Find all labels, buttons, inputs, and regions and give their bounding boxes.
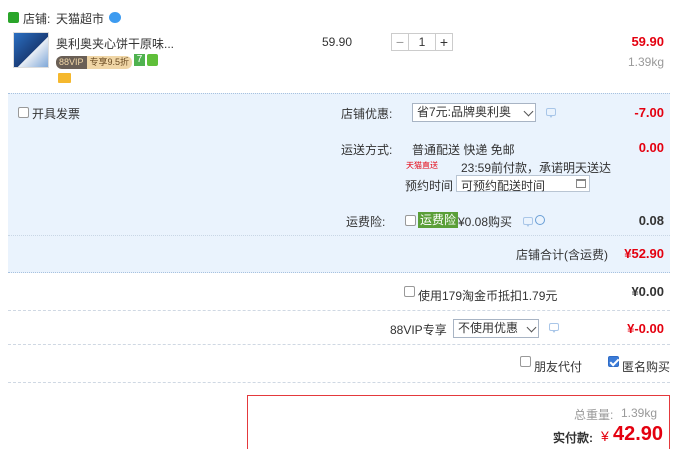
coins-checkbox[interactable] xyxy=(404,286,415,297)
item-weight: 1.39kg xyxy=(627,55,664,69)
decrease-quantity-button[interactable]: − xyxy=(392,34,409,50)
credit-card-icon xyxy=(58,73,71,83)
order-details-panel: 开具发票 店铺优惠: 省7元:品牌奥利奥 -7.00 运送方式: 普通配送 快递… xyxy=(8,93,670,273)
appointment-label: 预约时间 xyxy=(405,179,454,193)
delivery-promise: 23:59前付款，承诺明天送达 xyxy=(461,161,612,175)
product-row: 奥利奥夹心饼干原味... 88VIP 专享9.5折 7 59.90 − 1 + 5… xyxy=(8,28,670,90)
vip88-info-icon[interactable] xyxy=(549,323,559,333)
shop-discount-value: 省7元:品牌奥利奥 xyxy=(417,105,512,119)
shop-discount-amount: -7.00 xyxy=(634,105,664,120)
shipping-method: 普通配送 快递 免邮 xyxy=(412,143,515,157)
guarantee-icon xyxy=(147,54,158,66)
vip88-label: 88VIP专享 xyxy=(390,323,447,337)
vip-discount-label: 专享9.5折 xyxy=(86,56,133,69)
insurance-chat-icon[interactable] xyxy=(523,217,533,227)
invoice-checkbox[interactable] xyxy=(18,107,29,118)
invoice-label: 开具发票 xyxy=(32,107,81,121)
unit-price: 59.90 xyxy=(322,35,353,49)
divider xyxy=(8,344,670,345)
tmall-direct-badge: 天猫直送 xyxy=(406,161,438,170)
pay-currency: ¥ xyxy=(601,428,609,444)
question-icon[interactable] xyxy=(535,215,545,225)
calendar-icon[interactable] xyxy=(576,179,586,188)
vip88-select-value: 不使用优惠 xyxy=(458,321,519,335)
friend-pay-label: 朋友代付 xyxy=(534,360,583,374)
divider xyxy=(8,310,670,311)
total-weight-label: 总重量: xyxy=(574,408,614,422)
chevron-down-icon xyxy=(526,322,537,333)
shop-label: 店铺: xyxy=(23,12,51,26)
appointment-time-placeholder: 可预约配送时间 xyxy=(461,179,546,193)
vip88-select[interactable]: 不使用优惠 xyxy=(453,319,539,338)
product-title-link[interactable]: 奥利奥夹心饼干原味... xyxy=(56,35,174,52)
anonymous-checkbox[interactable] xyxy=(608,356,619,367)
payment-summary: 总重量: 1.39kg 实付款: ¥ 42.90 xyxy=(247,395,670,449)
chevron-down-icon xyxy=(523,106,534,117)
item-total: 59.90 xyxy=(631,34,664,49)
total-weight-value: 1.39kg xyxy=(621,406,658,420)
insurance-price-text: ¥0.08购买 xyxy=(458,215,513,229)
discount-info-icon[interactable] xyxy=(546,108,556,118)
pay-label: 实付款: xyxy=(553,431,593,445)
anonymous-label: 匿名购买 xyxy=(622,360,671,374)
insurance-label: 运费险: xyxy=(346,215,386,229)
product-thumbnail[interactable] xyxy=(13,32,49,68)
coins-label: 使用179淘金币抵扣1.79元 xyxy=(418,289,558,303)
shipping-label: 运送方式: xyxy=(341,143,393,157)
insurance-tag: 运费险 xyxy=(418,212,459,228)
vip88-amount: ¥-0.00 xyxy=(627,321,664,336)
increase-quantity-button[interactable]: + xyxy=(435,34,452,50)
quantity-input[interactable]: 1 xyxy=(410,34,434,50)
appointment-time-input[interactable]: 可预约配送时间 xyxy=(456,175,590,193)
seven-day-return-badge: 7 xyxy=(134,54,145,66)
insurance-checkbox[interactable] xyxy=(405,215,416,226)
friend-pay-checkbox[interactable] xyxy=(520,356,531,367)
pay-amount: 42.90 xyxy=(613,423,664,445)
vip-badge: 88VIP 专享9.5折 xyxy=(56,54,133,69)
shop-total-value: ¥52.90 xyxy=(624,246,664,261)
shipping-fee: 0.00 xyxy=(638,140,664,155)
insurance-amount: 0.08 xyxy=(638,213,664,228)
quantity-stepper: − 1 + xyxy=(391,33,453,51)
shop-total-label: 店铺合计(含运费) xyxy=(516,248,608,262)
shop-discount-select[interactable]: 省7元:品牌奥利奥 xyxy=(412,103,536,122)
panel-divider xyxy=(8,235,670,236)
wangwang-chat-icon[interactable] xyxy=(109,12,121,23)
divider xyxy=(8,382,670,383)
shop-name-link[interactable]: 天猫超市 xyxy=(56,10,104,27)
vip-badge-label: 88VIP xyxy=(56,56,87,69)
shop-discount-label: 店铺优惠: xyxy=(341,107,393,121)
tmall-shop-icon xyxy=(8,12,19,23)
coins-amount: ¥0.00 xyxy=(631,284,664,299)
